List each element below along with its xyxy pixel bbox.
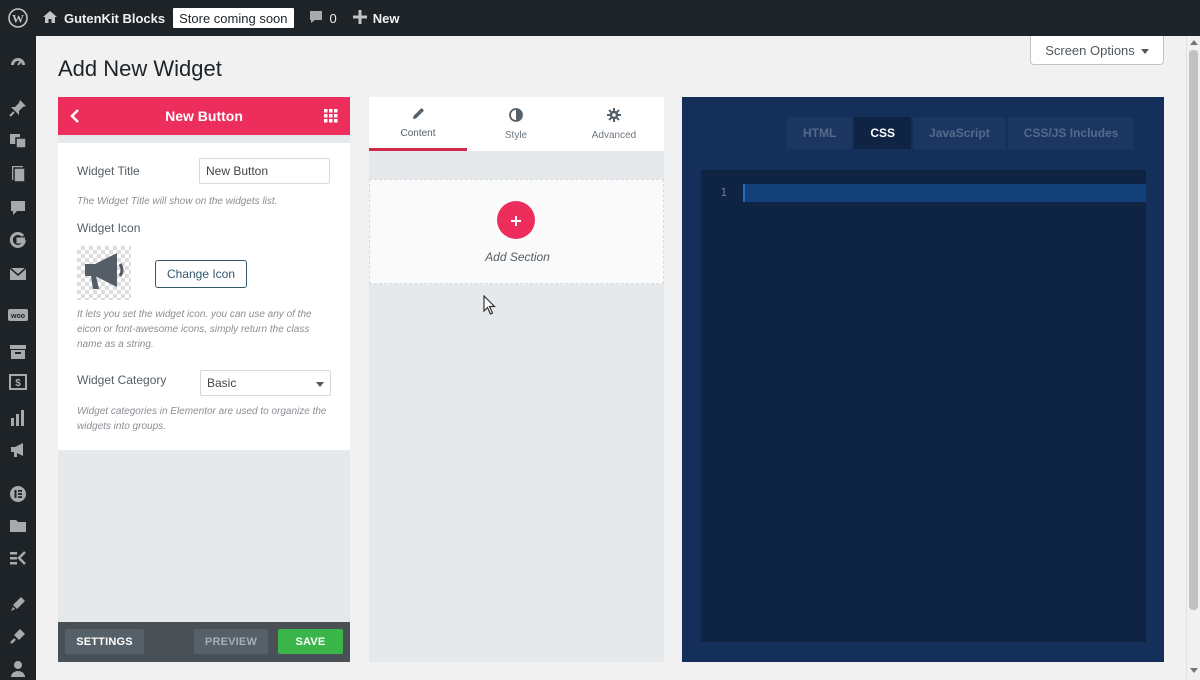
admin-bar: W GutenKit Blocks Store coming soon 0 Ne… (0, 0, 1200, 36)
elementor-icon[interactable] (8, 484, 28, 504)
back-arrow-icon[interactable] (70, 108, 80, 129)
screen-options-label: Screen Options (1045, 42, 1135, 58)
svg-text:$: $ (15, 378, 21, 389)
tab-javascript[interactable]: JavaScript (913, 117, 1006, 149)
code-tabs: HTML CSS JavaScript CSS/JS Includes (787, 117, 1135, 149)
widget-category-help: Widget categories in Elementor are used … (77, 406, 327, 432)
site-name: GutenKit Blocks (64, 10, 166, 26)
admin-sidebar: woo $ (0, 36, 36, 680)
pencil-icon (412, 107, 425, 123)
widget-settings-panel: New Button Widget Title New Button The W… (58, 97, 350, 662)
editor-tabs: Content Style Advanced (369, 97, 664, 151)
page-scrollbar[interactable] (1186, 36, 1200, 680)
screen-options-button[interactable]: Screen Options (1030, 36, 1164, 65)
home-icon (42, 10, 58, 27)
tab-content-label: Content (400, 127, 436, 139)
scroll-up-arrow-icon[interactable] (1190, 40, 1198, 45)
active-line-highlight (743, 184, 1146, 202)
caret-down-icon (1140, 43, 1149, 58)
elementskit-icon[interactable] (8, 548, 28, 568)
change-icon-button[interactable]: Change Icon (155, 260, 247, 288)
widget-title-label: Widget Title (77, 164, 140, 178)
new-label: New (372, 10, 400, 26)
settings-button[interactable]: SETTINGS (65, 629, 144, 654)
plus-icon (511, 210, 521, 231)
panel-header: New Button (58, 97, 350, 135)
panel-title: New Button (165, 108, 243, 124)
tab-css[interactable]: CSS (854, 117, 912, 149)
svg-text:woo: woo (10, 313, 25, 320)
line-number: 1 (720, 186, 727, 199)
comment-icon (308, 9, 324, 28)
page-title: Add New Widget (58, 56, 222, 81)
dashboard-icon[interactable] (8, 54, 28, 74)
tab-style-label: Style (504, 129, 528, 141)
select-arrow-icon (316, 382, 324, 387)
users-icon[interactable] (8, 658, 28, 678)
code-line: 1 (701, 184, 1146, 202)
tab-content[interactable]: Content (369, 97, 467, 151)
add-section-button[interactable] (497, 201, 535, 239)
preview-button[interactable]: PREVIEW (194, 629, 268, 654)
panel-footer: SETTINGS PREVIEW SAVE (58, 622, 350, 662)
add-section-label: Add Section (485, 250, 550, 264)
widget-title-help: The Widget Title will show on the widget… (77, 196, 278, 207)
site-name-link[interactable]: GutenKit Blocks (36, 0, 165, 36)
megaphone-icon (81, 250, 127, 297)
save-button[interactable]: SAVE (278, 629, 343, 654)
tab-css-js-includes[interactable]: CSS/JS Includes (1007, 117, 1135, 149)
widget-category-value: Basic (207, 376, 237, 390)
half-circle-icon (509, 107, 523, 125)
widget-category-label: Widget Category (77, 373, 167, 387)
gear-icon (607, 107, 621, 125)
widget-icon-label: Widget Icon (77, 221, 141, 235)
woo-icon[interactable]: woo (8, 306, 28, 326)
analytics-icon[interactable] (8, 408, 28, 428)
comments-count: 0 (329, 10, 337, 26)
editor-column: Content Style Advanced Add Section (369, 97, 664, 662)
widget-category-select[interactable]: Basic (200, 370, 331, 396)
gutenkit-icon[interactable] (8, 230, 28, 250)
templates-icon[interactable] (8, 516, 28, 536)
tab-style[interactable]: Style (467, 97, 565, 151)
tab-html[interactable]: HTML (787, 117, 853, 149)
plugins-icon[interactable] (8, 626, 28, 646)
code-editor-panel: HTML CSS JavaScript CSS/JS Includes 1 (682, 97, 1164, 662)
mouse-cursor-icon (483, 294, 497, 320)
add-section-area: Add Section (369, 179, 664, 284)
appearance-icon[interactable] (8, 594, 28, 614)
scroll-down-arrow-icon[interactable] (1190, 668, 1198, 673)
comments-icon[interactable] (8, 198, 28, 218)
mail-icon[interactable] (8, 264, 28, 284)
svg-text:W: W (12, 12, 24, 26)
css-code-editor[interactable]: 1 (701, 170, 1146, 642)
widget-title-input[interactable]: New Button (199, 158, 330, 184)
payments-icon[interactable]: $ (8, 372, 28, 392)
pages-icon[interactable] (8, 164, 28, 184)
scrollbar-thumb[interactable] (1189, 50, 1198, 610)
plus-icon (352, 9, 367, 27)
store-coming-soon-badge[interactable]: Store coming soon (173, 8, 294, 28)
comments-link[interactable]: 0 (308, 0, 337, 36)
wordpress-logo-icon[interactable]: W (0, 0, 36, 36)
widget-icon-help: It lets you set the widget icon. you can… (77, 309, 312, 350)
widget-icon-preview (77, 246, 131, 300)
products-icon[interactable] (8, 342, 28, 362)
tab-advanced-label: Advanced (591, 129, 637, 141)
new-content-link[interactable]: New (352, 0, 400, 36)
marketing-icon[interactable] (8, 440, 28, 460)
media-icon[interactable] (8, 130, 28, 150)
grid-menu-icon[interactable] (324, 109, 338, 128)
tab-advanced[interactable]: Advanced (565, 97, 663, 151)
pin-icon[interactable] (8, 98, 28, 118)
panel-body: Widget Title New Button The Widget Title… (58, 143, 350, 450)
